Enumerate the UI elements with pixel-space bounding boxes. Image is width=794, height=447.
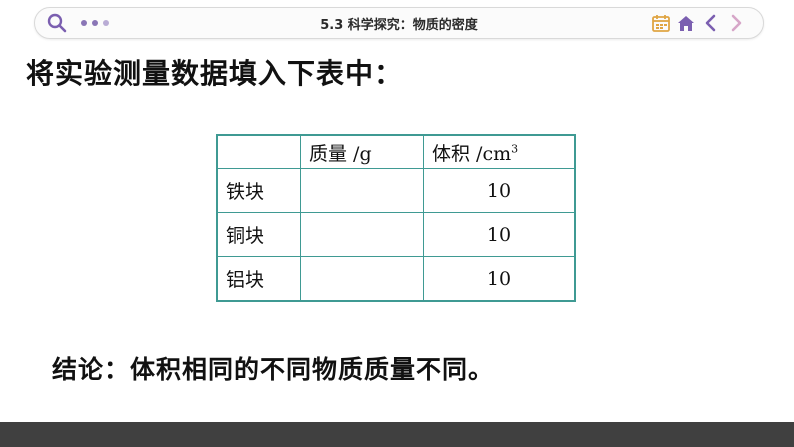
mass-cell xyxy=(300,168,424,213)
conclusion-text: 结论：体积相同的不同物质质量不同。 xyxy=(52,355,495,384)
next-arrow-icon[interactable] xyxy=(726,13,746,33)
header-cell-mass: 质量 /g xyxy=(300,134,424,169)
mass-cell xyxy=(300,256,424,302)
data-table-container: 质量 /g 体积 /cm3 铁块 10 铜块 10 铝块 10 xyxy=(216,134,576,302)
table-header-row: 质量 /g 体积 /cm3 xyxy=(216,134,576,169)
material-cell: 铝块 xyxy=(216,256,301,302)
material-cell: 铁块 xyxy=(216,168,301,213)
table-row: 铜块 10 xyxy=(216,212,576,257)
volume-cell: 10 xyxy=(423,256,576,302)
header-cell-volume: 体积 /cm3 xyxy=(423,134,576,169)
volume-unit-exponent: 3 xyxy=(511,142,519,156)
material-cell: 铜块 xyxy=(216,212,301,257)
table-row: 铁块 10 xyxy=(216,168,576,213)
volume-cell: 10 xyxy=(423,212,576,257)
data-table: 质量 /g 体积 /cm3 铁块 10 铜块 10 铝块 10 xyxy=(216,134,576,302)
top-toolbar: 5.3 科学探究：物质的密度 xyxy=(34,7,764,39)
home-icon[interactable] xyxy=(676,13,696,33)
volume-unit-label: 体积 /cm xyxy=(432,142,512,165)
footer-bar xyxy=(0,422,794,447)
prev-arrow-icon[interactable] xyxy=(701,13,721,33)
calendar-icon[interactable] xyxy=(651,13,671,33)
slide-heading: 将实验测量数据填入下表中： xyxy=(26,57,404,90)
header-cell-blank xyxy=(216,134,301,169)
table-row: 铝块 10 xyxy=(216,256,576,302)
volume-cell: 10 xyxy=(423,168,576,213)
mass-cell xyxy=(300,212,424,257)
